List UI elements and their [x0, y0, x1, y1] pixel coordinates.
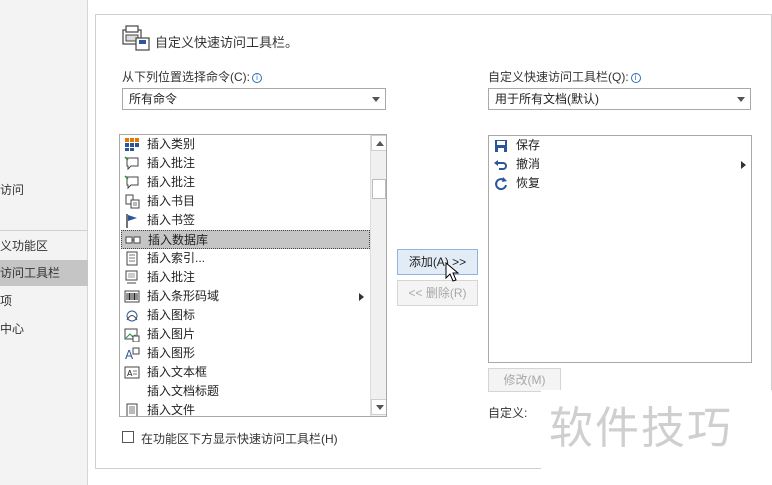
- chevron-down-icon: [372, 97, 380, 102]
- chevron-down-icon: [737, 97, 745, 102]
- options-nav: 访问 义功能区 访问工具栏 项 中心: [0, 0, 88, 485]
- remove-button[interactable]: << 删除(R): [397, 280, 478, 306]
- arrow-up-icon: [376, 141, 384, 146]
- list-item[interactable]: 插入文件: [121, 401, 370, 416]
- page-title: 自定义快速访问工具栏。: [155, 35, 299, 50]
- bibliography-icon: [125, 194, 140, 209]
- list-item[interactable]: 插入图片: [121, 325, 370, 344]
- save-icon: [495, 140, 507, 152]
- nav-item-customize-ribbon[interactable]: 义功能区: [0, 233, 88, 259]
- icons-icon: [126, 310, 138, 322]
- custom-label: 自定义:: [488, 406, 528, 420]
- picture-icon: [124, 328, 140, 342]
- comment-icon: [124, 156, 139, 171]
- submenu-arrow-icon: [741, 161, 746, 169]
- redo-icon: [495, 177, 507, 191]
- commands-scrollbar[interactable]: [370, 135, 386, 416]
- choose-commands-label: 从下列位置选择命令(C): i: [122, 68, 262, 85]
- list-item[interactable]: 插入文档标题: [121, 382, 370, 401]
- customize-toolbar-dropdown[interactable]: 用于所有文档(默认): [488, 88, 751, 110]
- list-item[interactable]: 保存: [490, 136, 750, 155]
- list-item[interactable]: 插入批注: [121, 173, 370, 192]
- nav-item-quick-access[interactable]: 访问: [0, 177, 88, 203]
- list-item[interactable]: 插入书签: [121, 211, 370, 230]
- list-item[interactable]: 恢复: [490, 174, 750, 193]
- info-icon: i: [252, 73, 262, 83]
- list-item[interactable]: 插入图标: [121, 306, 370, 325]
- category-icon: [125, 138, 139, 151]
- file-icon: [126, 403, 138, 416]
- list-item[interactable]: 插入类别: [121, 135, 370, 154]
- list-item-selected[interactable]: 插入数据库: [121, 230, 370, 249]
- scroll-up-button[interactable]: [371, 135, 386, 151]
- customize-toolbar-value: 用于所有文档(默认): [495, 92, 599, 106]
- mouse-cursor-icon: [445, 262, 460, 282]
- textbox-icon: A: [124, 366, 140, 379]
- database-icon: [125, 236, 141, 244]
- list-item[interactable]: 撤消: [490, 155, 750, 174]
- show-below-ribbon-label: 在功能区下方显示快速访问工具栏(H): [141, 432, 338, 446]
- list-item[interactable]: 插入条形码域: [121, 287, 370, 306]
- add-button[interactable]: 添加(A) >>: [397, 249, 478, 275]
- undo-icon: [494, 160, 507, 170]
- shapes-icon: A: [125, 347, 140, 361]
- list-item[interactable]: 插入批注: [121, 268, 370, 287]
- nav-item-quick-access-toolbar[interactable]: 访问工具栏: [0, 260, 88, 286]
- arrow-down-icon: [376, 405, 384, 410]
- quick-access-toolbar-icon: [122, 25, 150, 51]
- info-icon: i: [630, 73, 641, 83]
- toolbar-commands-list[interactable]: 保存 撤消 恢复: [488, 135, 752, 363]
- index-icon: [126, 251, 138, 266]
- list-item[interactable]: 插入索引...: [121, 249, 370, 268]
- list-item[interactable]: 插入批注: [121, 154, 370, 173]
- list-item[interactable]: 插入书目: [121, 192, 370, 211]
- choose-commands-value: 所有命令: [129, 92, 178, 106]
- svg-text:A: A: [127, 369, 133, 378]
- nav-item-addins[interactable]: 项: [0, 288, 88, 314]
- choose-commands-dropdown[interactable]: 所有命令: [122, 88, 386, 110]
- customize-toolbar-label: 自定义快速访问工具栏(Q): i: [488, 68, 641, 85]
- show-below-ribbon-checkbox[interactable]: [122, 431, 134, 443]
- watermark: 软件技巧: [541, 390, 772, 485]
- nav-item-trust-center[interactable]: 中心: [0, 316, 88, 342]
- comment-icon: [124, 175, 139, 190]
- commands-list[interactable]: 插入类别 插入批注 插入批注 插入书目 插入书签 插入数据库 插入索引... 插…: [119, 134, 387, 417]
- modify-button[interactable]: 修改(M): [488, 368, 561, 392]
- scroll-down-button[interactable]: [371, 399, 386, 415]
- nav-divider: [0, 230, 88, 231]
- caption-icon: [125, 270, 138, 284]
- scroll-thumb[interactable]: [372, 179, 386, 199]
- submenu-arrow-icon: [359, 293, 364, 301]
- barcode-icon: [124, 290, 140, 303]
- bookmark-icon: [126, 214, 137, 228]
- list-item[interactable]: A 插入图形: [121, 344, 370, 363]
- list-item[interactable]: A 插入文本框: [121, 363, 370, 382]
